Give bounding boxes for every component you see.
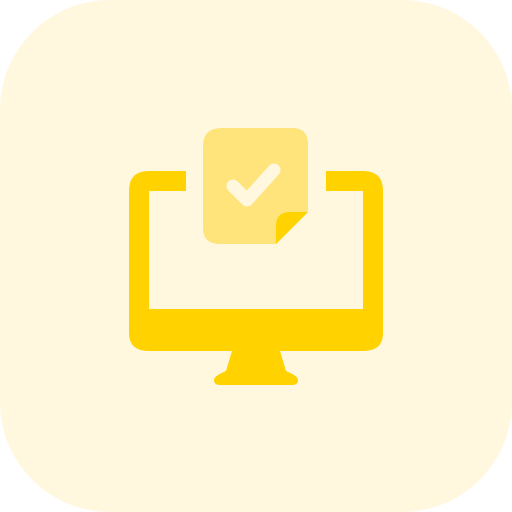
- computer-document-check-icon: [0, 0, 512, 512]
- icon-canvas: [0, 0, 512, 512]
- background-tile: [0, 0, 512, 512]
